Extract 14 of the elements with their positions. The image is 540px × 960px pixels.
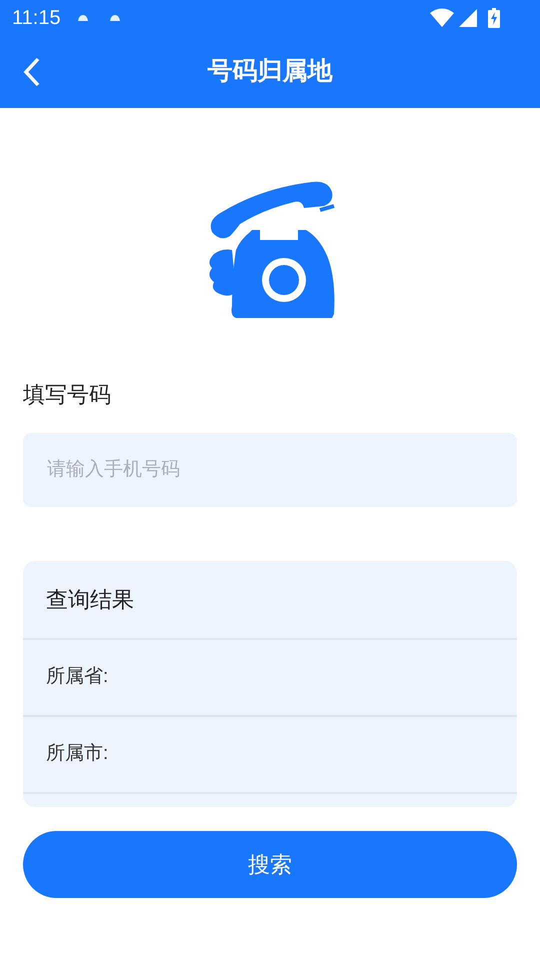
battery-charging-icon: [488, 8, 500, 28]
status-time: 11:15: [12, 6, 61, 31]
results-title: 查询结果: [23, 561, 517, 640]
result-label: 所属省:: [46, 665, 108, 690]
search-button[interactable]: 搜索: [23, 831, 517, 898]
result-label: 所属市:: [46, 742, 108, 766]
signal-icon: [458, 8, 478, 28]
phone-input-field[interactable]: 请输入手机号码: [23, 433, 517, 507]
wifi-icon: [430, 8, 454, 28]
cloud-icon: [108, 14, 121, 22]
field-label: 填写号码: [23, 381, 112, 409]
cloud-icon: [76, 14, 89, 22]
screen-title: 号码归属地: [208, 56, 332, 88]
back-icon: [23, 57, 41, 87]
